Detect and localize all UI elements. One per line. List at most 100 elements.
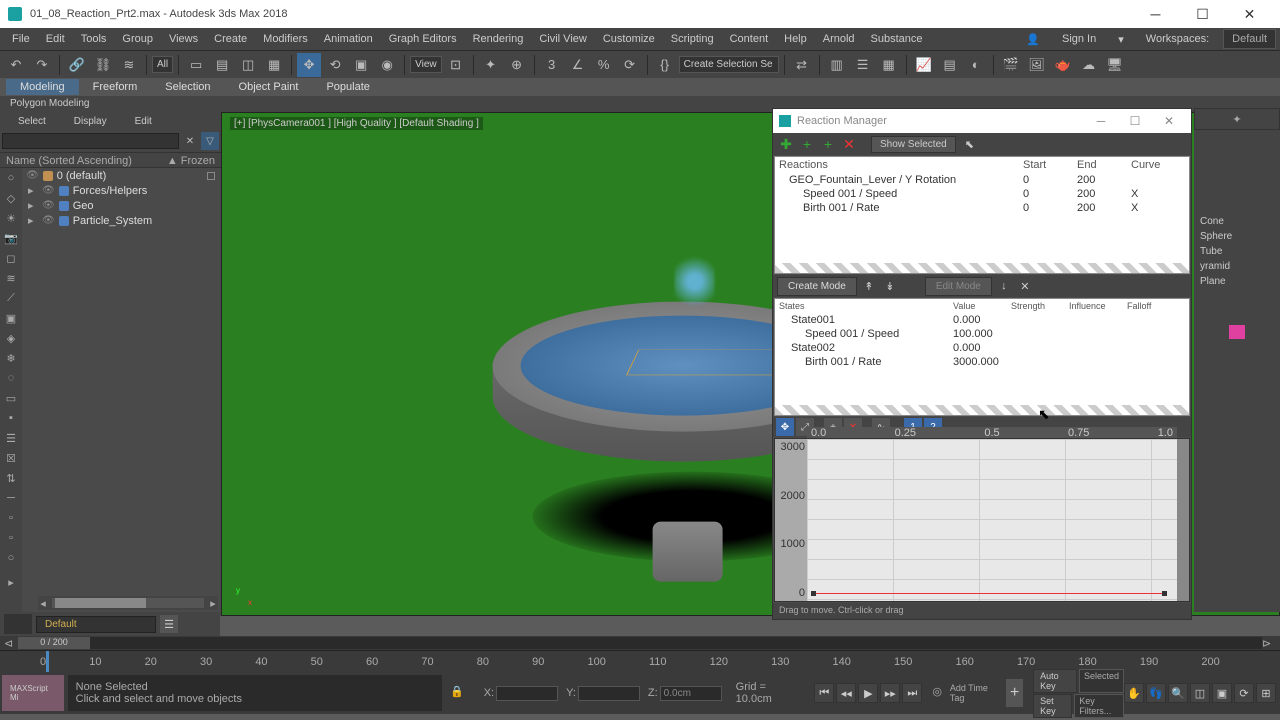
next-frame-button[interactable]: ▸▸ bbox=[880, 683, 900, 703]
nav-zoom-button[interactable]: 🔍 bbox=[1168, 683, 1188, 703]
percent-snap-button[interactable]: % bbox=[592, 53, 616, 77]
menu-customize[interactable]: Customize bbox=[595, 30, 663, 48]
mirror-button[interactable]: ⇄ bbox=[790, 53, 814, 77]
time-slider-thumb[interactable]: 0 / 200 bbox=[18, 637, 90, 649]
se-tab-select[interactable]: Select bbox=[4, 114, 60, 129]
ribbon-tab-modeling[interactable]: Modeling bbox=[6, 79, 79, 95]
maxscript-listener[interactable]: MAXScript Mi bbox=[2, 675, 64, 711]
y-input[interactable] bbox=[578, 686, 640, 701]
ribbon-tab-populate[interactable]: Populate bbox=[312, 79, 383, 95]
unlink-button[interactable]: ⛓ bbox=[91, 53, 115, 77]
goto-end-button[interactable]: ⏭ bbox=[902, 683, 922, 703]
maximize-button[interactable]: ☐ bbox=[1180, 1, 1225, 27]
dropdown-icon[interactable]: ▾ bbox=[1110, 30, 1132, 49]
render-gallery-button[interactable]: 🖥 bbox=[1103, 53, 1127, 77]
obj-pyramid[interactable]: yramid bbox=[1196, 259, 1278, 274]
filter-hidden-icon[interactable]: ◌ bbox=[0, 368, 22, 388]
nav-fov-button[interactable]: ◫ bbox=[1190, 683, 1210, 703]
ribbon-tab-objectpaint[interactable]: Object Paint bbox=[225, 79, 313, 95]
rm-create-mode-button[interactable]: Create Mode bbox=[777, 277, 857, 296]
se-search-input[interactable] bbox=[2, 133, 179, 149]
menu-scripting[interactable]: Scripting bbox=[663, 30, 722, 48]
filter-bone-icon[interactable]: ⟋ bbox=[0, 288, 22, 308]
nav-maximize-button[interactable]: ⊞ bbox=[1256, 683, 1276, 703]
align-button[interactable]: ▥ bbox=[825, 53, 849, 77]
layer-button[interactable]: ☰ bbox=[851, 53, 875, 77]
rm-curve-editor[interactable]: 3000 2000 1000 0 0.0 0.25 0.5 0.75 1.0 bbox=[774, 438, 1190, 602]
menu-views[interactable]: Views bbox=[161, 30, 206, 48]
render-online-button[interactable]: ☁ bbox=[1077, 53, 1101, 77]
rm-states-hscroll[interactable] bbox=[775, 405, 1189, 415]
rm-titlebar[interactable]: Reaction Manager ─ ☐ ✕ bbox=[773, 109, 1191, 133]
menu-file[interactable]: File bbox=[4, 30, 38, 48]
material-editor-button[interactable]: ◐ bbox=[964, 53, 988, 77]
filter-group-icon[interactable]: ▣ bbox=[0, 308, 22, 328]
menu-substance[interactable]: Substance bbox=[863, 30, 931, 48]
menu-arnold[interactable]: Arnold bbox=[815, 30, 863, 48]
snap-button[interactable]: 3 bbox=[540, 53, 564, 77]
filter-more2-icon[interactable]: ▫ bbox=[0, 528, 22, 548]
ribbon-tab-selection[interactable]: Selection bbox=[151, 79, 224, 95]
rm-close-button[interactable]: ✕ bbox=[1153, 111, 1185, 131]
placement-button[interactable]: ◉ bbox=[375, 53, 399, 77]
rm-down-icon[interactable]: ↡ bbox=[881, 277, 899, 295]
bind-button[interactable]: ≋ bbox=[117, 53, 141, 77]
se-tab-edit[interactable]: Edit bbox=[121, 114, 166, 129]
isolate-icon[interactable]: ◎ bbox=[932, 685, 946, 701]
cmd-tab-create[interactable]: ✦ bbox=[1194, 108, 1280, 130]
filter-cam-icon[interactable]: 📷 bbox=[0, 228, 22, 248]
filter-space-icon[interactable]: ≋ bbox=[0, 268, 22, 288]
timeslider-left-icon[interactable]: ⊲ bbox=[4, 637, 18, 650]
filter-misc-icon[interactable]: ▪ bbox=[0, 408, 22, 428]
tree-item[interactable]: ▸👁Forces/Helpers bbox=[24, 183, 221, 198]
render-button[interactable]: 🫖 bbox=[1051, 53, 1075, 77]
time-slider[interactable]: 0 / 200 bbox=[18, 637, 1262, 649]
material-layer-button[interactable]: ☰ bbox=[160, 615, 178, 633]
rm-state-row[interactable]: State0010.000 bbox=[775, 313, 1189, 327]
pivot-button[interactable]: ⊡ bbox=[444, 53, 468, 77]
filter-more3-icon[interactable]: ○ bbox=[0, 548, 22, 568]
nav-walk-button[interactable]: 👣 bbox=[1146, 683, 1166, 703]
play-button[interactable]: ▶ bbox=[858, 683, 878, 703]
z-input[interactable] bbox=[660, 686, 722, 701]
menu-group[interactable]: Group bbox=[114, 30, 161, 48]
nav-zoomall-button[interactable]: ▣ bbox=[1212, 683, 1232, 703]
render-setup-button[interactable]: 🎬 bbox=[999, 53, 1023, 77]
selection-filter-dropdown[interactable]: All bbox=[152, 56, 173, 73]
rm-state-row[interactable]: Speed 001 / Speed100.000 bbox=[775, 327, 1189, 341]
rm-pick-icon[interactable]: ⬉ bbox=[965, 138, 974, 151]
menu-civilview[interactable]: Civil View bbox=[531, 30, 594, 48]
filter-all-icon[interactable]: ☰ bbox=[0, 428, 22, 448]
filter-cont-icon[interactable]: ▭ bbox=[0, 388, 22, 408]
rm-add-slave-button[interactable]: + bbox=[798, 135, 816, 153]
curve-line[interactable] bbox=[811, 593, 1167, 594]
rm-hscroll[interactable] bbox=[775, 263, 1189, 273]
move-button[interactable]: ✥ bbox=[297, 53, 321, 77]
tree-item[interactable]: ▸👁Geo bbox=[24, 198, 221, 213]
tree-item[interactable]: ▸👁Particle_System bbox=[24, 213, 221, 228]
material-dropdown[interactable]: Default bbox=[36, 616, 156, 633]
refcoord-dropdown[interactable]: View bbox=[410, 56, 442, 73]
rm-set-icon[interactable]: ↓ bbox=[995, 277, 1013, 295]
minimize-button[interactable]: ─ bbox=[1133, 1, 1178, 27]
obj-plane[interactable]: Plane bbox=[1196, 274, 1278, 289]
se-tab-display[interactable]: Display bbox=[60, 114, 121, 129]
menu-modifiers[interactable]: Modifiers bbox=[255, 30, 316, 48]
prev-frame-button[interactable]: ◂◂ bbox=[836, 683, 856, 703]
viewport-label[interactable]: [+] [PhysCamera001 ] [High Quality ] [De… bbox=[230, 117, 483, 130]
window-crossing-button[interactable]: ▦ bbox=[262, 53, 286, 77]
rm-add-master-button[interactable]: ✚ bbox=[777, 135, 795, 153]
menu-animation[interactable]: Animation bbox=[316, 30, 381, 48]
time-tag[interactable]: Add Time Tag bbox=[950, 683, 996, 703]
menu-create[interactable]: Create bbox=[206, 30, 255, 48]
render-frame-button[interactable]: 🖼 bbox=[1025, 53, 1049, 77]
menu-content[interactable]: Content bbox=[722, 30, 777, 48]
toggle-ribbon-button[interactable]: ▦ bbox=[877, 53, 901, 77]
workspaces-dropdown[interactable]: Default bbox=[1223, 29, 1276, 49]
obj-cone[interactable]: Cone bbox=[1196, 214, 1278, 229]
editselset-button[interactable]: {} bbox=[653, 53, 677, 77]
rm-reaction-row[interactable]: Speed 001 / Speed0200X bbox=[775, 187, 1189, 201]
menu-rendering[interactable]: Rendering bbox=[465, 30, 532, 48]
keyfilters-button[interactable]: Key Filters... bbox=[1074, 694, 1124, 718]
rm-up-icon[interactable]: ↟ bbox=[860, 277, 878, 295]
